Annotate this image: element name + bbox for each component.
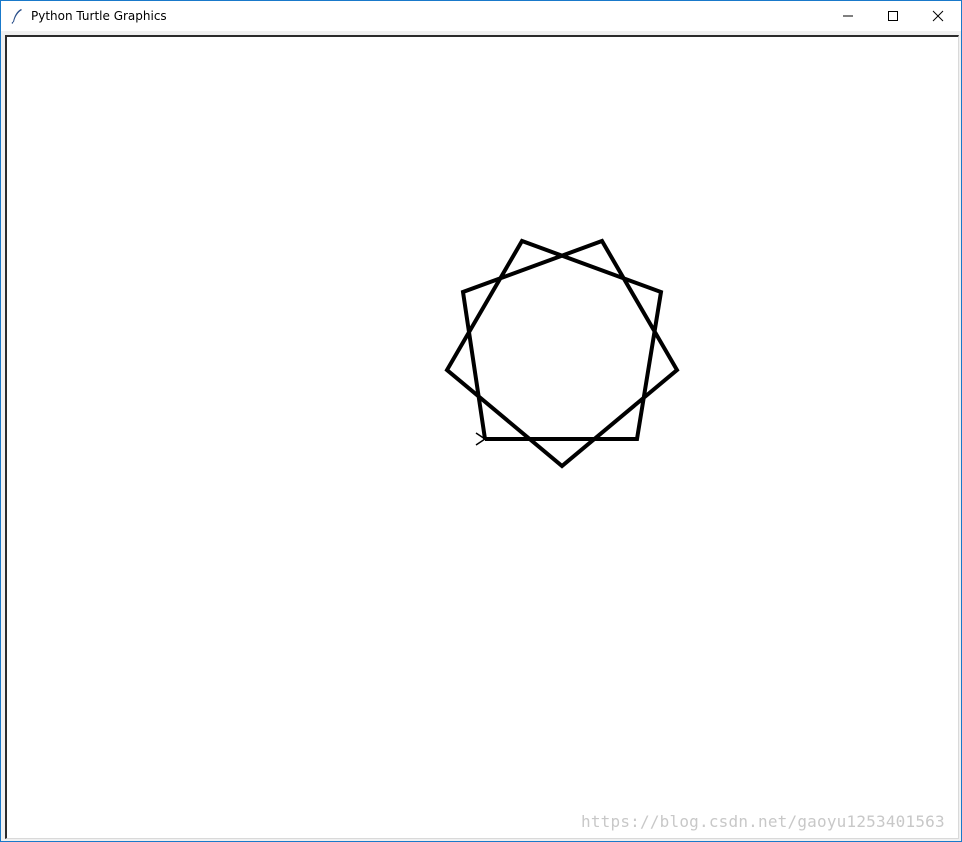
maximize-icon	[888, 11, 898, 21]
minimize-button[interactable]	[825, 1, 871, 31]
window-title: Python Turtle Graphics	[31, 9, 167, 23]
turtle-canvas-frame	[5, 35, 959, 839]
minimize-icon	[843, 15, 853, 17]
maximize-button[interactable]	[870, 1, 916, 31]
close-icon	[932, 10, 944, 22]
turtle-window: Python Turtle Graphics https://blog.csdn…	[0, 0, 962, 842]
turtle-canvas[interactable]	[7, 37, 958, 838]
close-button[interactable]	[915, 1, 961, 31]
nonagram-star-path	[444, 238, 680, 469]
title-bar[interactable]: Python Turtle Graphics	[1, 1, 961, 31]
feather-pen-icon	[10, 8, 24, 24]
watermark-text: https://blog.csdn.net/gaoyu1253401563	[581, 812, 945, 831]
